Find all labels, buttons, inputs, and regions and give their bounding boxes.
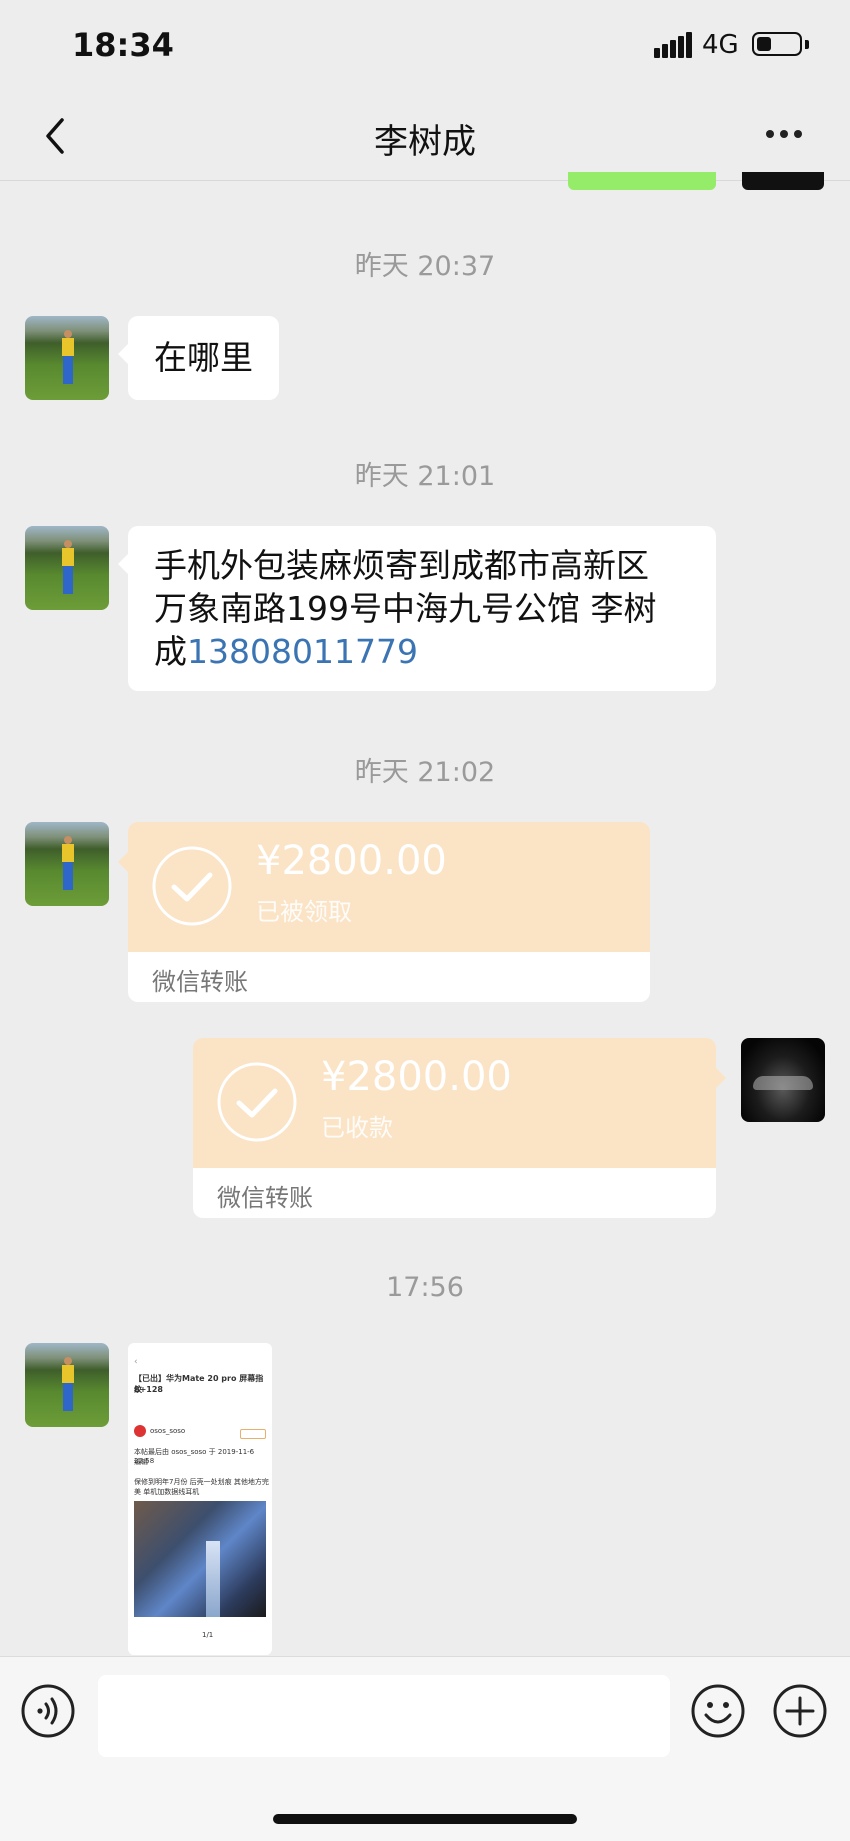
transfer-status: 已被领取 — [256, 898, 352, 926]
signal-icon — [654, 32, 694, 58]
transfer-status: 已收款 — [321, 1114, 393, 1142]
image-message[interactable]: ‹ 【已出】华为Mate 20 pro 屏幕指纹 8+128 osos_soso… — [128, 1343, 272, 1655]
transfer-card[interactable]: ¥2800.00 已被领取 微信转账 — [128, 822, 650, 1002]
check-circle-icon — [152, 846, 232, 926]
chat-title: 李树成 — [374, 122, 476, 162]
message-timestamp: 昨天 21:01 — [354, 461, 496, 492]
contact-avatar[interactable] — [25, 316, 109, 400]
image-body-text: 保修到明年7月份 后壳一处划痕 其他地方完 — [134, 1478, 269, 1486]
battery-cap — [805, 40, 809, 49]
transfer-card[interactable]: ¥2800.00 已收款 微信转账 — [193, 1038, 716, 1218]
message-text: 在哪里 — [154, 338, 253, 377]
my-avatar[interactable] — [741, 1038, 825, 1122]
image-post-title: 8+128 — [134, 1385, 163, 1394]
message-timestamp: 昨天 21:02 — [354, 757, 496, 788]
chat-header: 李树成 — [0, 92, 850, 181]
check-circle-icon — [217, 1062, 297, 1142]
chevron-left-icon: ‹ — [134, 1357, 138, 1367]
bubble-tail — [118, 852, 128, 872]
message-input[interactable] — [98, 1675, 670, 1757]
image-username: osos_soso — [150, 1427, 186, 1435]
image-photo — [134, 1501, 266, 1617]
more-dots-icon[interactable] — [760, 122, 808, 146]
image-body-text: 美 单机加数据线耳机 — [134, 1488, 200, 1496]
image-follow-badge — [240, 1429, 266, 1439]
previous-avatar[interactable] — [742, 172, 824, 190]
image-page-indicator: 1/1 — [202, 1631, 214, 1639]
message-text-line: 万象南路199号中海九号公馆 李树 — [154, 589, 657, 628]
message-bubble[interactable]: 手机外包装麻烦寄到成都市高新区 万象南路199号中海九号公馆 李树 成13808… — [118, 526, 716, 691]
status-bar: 18:34 4G — [0, 0, 850, 92]
home-indicator[interactable] — [273, 1814, 577, 1824]
message-bubble[interactable]: 在哪里 — [118, 316, 279, 400]
previous-message-bubble[interactable] — [568, 172, 716, 190]
contact-avatar[interactable] — [25, 526, 109, 610]
status-time: 18:34 — [72, 26, 174, 64]
battery-icon — [752, 32, 802, 56]
transfer-label: 微信转账 — [217, 1184, 313, 1212]
image-edit-note: 编辑 — [134, 1458, 148, 1466]
plus-icon[interactable] — [772, 1683, 828, 1739]
voice-icon[interactable] — [20, 1683, 76, 1739]
message-timestamp: 17:56 — [386, 1272, 464, 1303]
transfer-amount: ¥2800.00 — [321, 1054, 512, 1100]
image-edit-note: 本帖最后由 osos_soso 于 2019-11-6 22:58 — [134, 1448, 255, 1465]
network-type: 4G — [702, 30, 739, 60]
message-text-line: 成 — [154, 632, 187, 671]
transfer-amount: ¥2800.00 — [256, 838, 447, 884]
image-user-avatar — [134, 1425, 146, 1437]
emoji-icon[interactable] — [690, 1683, 746, 1739]
message-timestamp: 昨天 20:37 — [354, 251, 496, 282]
transfer-label: 微信转账 — [152, 968, 248, 996]
contact-avatar[interactable] — [25, 822, 109, 906]
bubble-tail — [716, 1068, 726, 1088]
phone-link[interactable]: 13808011779 — [187, 632, 418, 671]
message-text-line: 手机外包装麻烦寄到成都市高新区 — [154, 546, 649, 585]
contact-avatar[interactable] — [25, 1343, 109, 1427]
